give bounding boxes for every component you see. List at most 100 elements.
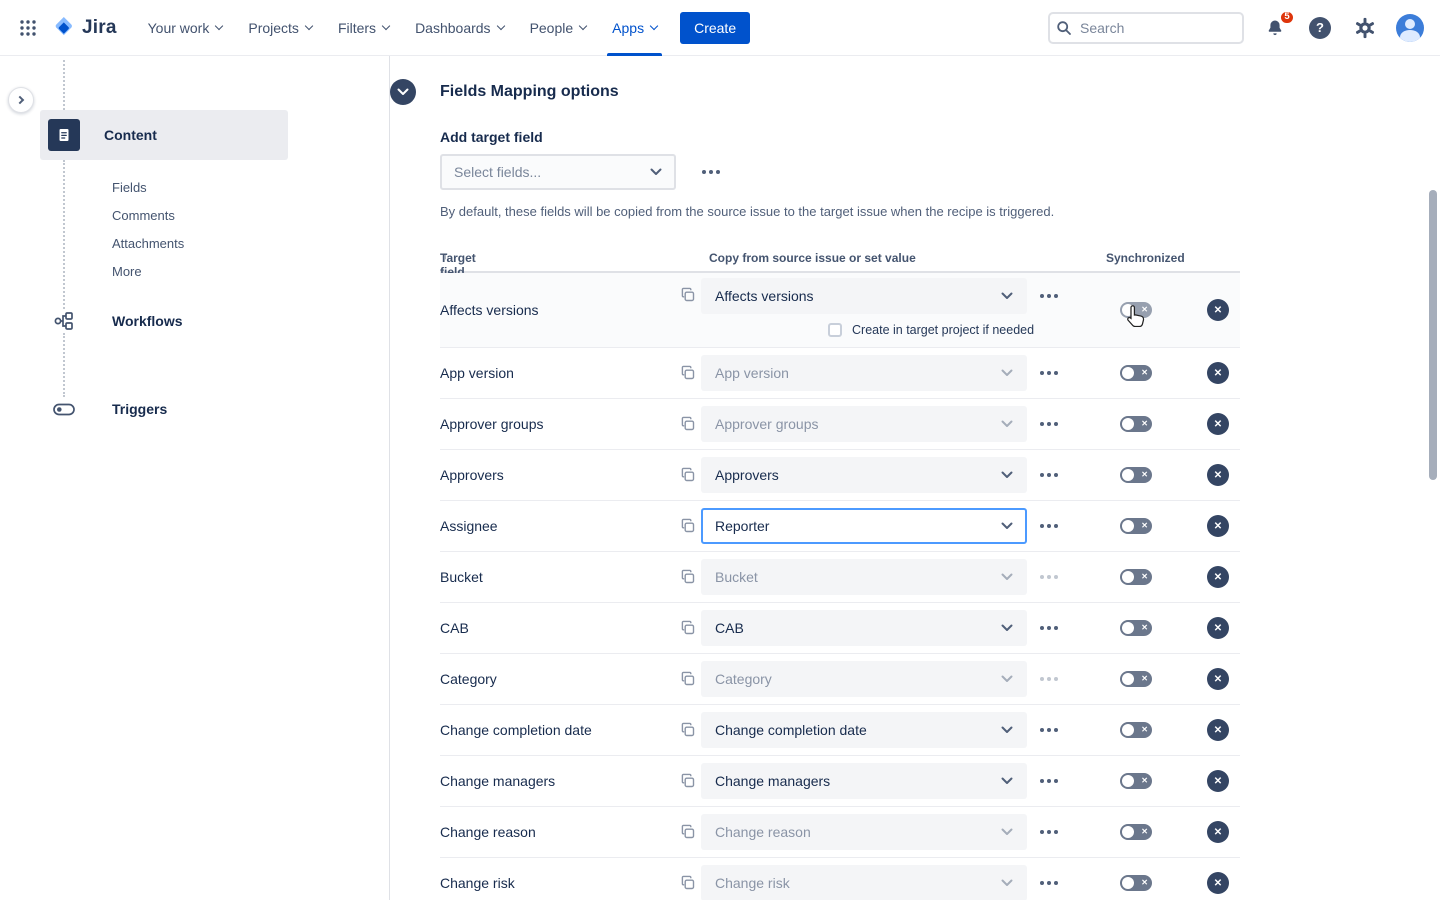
- nav-item-filters[interactable]: Filters: [325, 0, 402, 56]
- help-button[interactable]: [1306, 14, 1334, 42]
- row-more-button[interactable]: [1036, 411, 1062, 437]
- chevron-down-icon: [1001, 420, 1013, 428]
- row-more-button[interactable]: [1036, 615, 1062, 641]
- field-value-dropdown[interactable]: Approver groups: [701, 406, 1027, 442]
- select-fields-placeholder: Select fields...: [454, 164, 541, 180]
- notifications-button[interactable]: 5: [1261, 14, 1289, 42]
- add-field-more-button[interactable]: [698, 159, 724, 185]
- create-in-target-checkbox[interactable]: [828, 323, 842, 337]
- field-value: Bucket: [715, 569, 758, 585]
- search-input[interactable]: [1048, 12, 1244, 44]
- field-value-dropdown[interactable]: Change managers: [701, 763, 1027, 799]
- copy-icon[interactable]: [680, 722, 696, 738]
- remove-field-button[interactable]: ✕: [1207, 362, 1229, 384]
- jira-logo[interactable]: Jira: [52, 16, 117, 40]
- field-label: Change reason: [440, 824, 536, 840]
- copy-icon[interactable]: [680, 569, 696, 585]
- nav-item-apps[interactable]: Apps: [599, 0, 670, 56]
- remove-field-button[interactable]: ✕: [1207, 617, 1229, 639]
- field-value: Change completion date: [715, 722, 867, 738]
- row-more-button[interactable]: [1036, 717, 1062, 743]
- field-value-dropdown[interactable]: CAB: [701, 610, 1027, 646]
- remove-field-button[interactable]: ✕: [1207, 872, 1229, 894]
- remove-field-button[interactable]: ✕: [1207, 413, 1229, 435]
- sync-toggle[interactable]: [1120, 569, 1152, 585]
- sync-toggle[interactable]: [1120, 773, 1152, 789]
- row-more-button[interactable]: [1036, 283, 1062, 309]
- copy-icon[interactable]: [680, 287, 696, 303]
- sidebar-item-triggers[interactable]: Triggers: [52, 397, 167, 421]
- sync-toggle[interactable]: [1120, 824, 1152, 840]
- remove-field-button[interactable]: ✕: [1207, 299, 1229, 321]
- content-sub-items: Fields Comments Attachments More: [112, 173, 184, 285]
- remove-field-button[interactable]: ✕: [1207, 668, 1229, 690]
- nav-item-projects[interactable]: Projects: [235, 0, 325, 56]
- row-more-button[interactable]: [1036, 819, 1062, 845]
- copy-icon[interactable]: [680, 620, 696, 636]
- field-value-dropdown[interactable]: Reporter: [701, 508, 1027, 544]
- app-switcher-icon[interactable]: [12, 12, 44, 44]
- copy-icon[interactable]: [680, 467, 696, 483]
- sync-toggle[interactable]: [1120, 416, 1152, 432]
- sync-toggle[interactable]: [1120, 302, 1152, 318]
- sidebar-item-attachments[interactable]: Attachments: [112, 229, 184, 257]
- workflow-icon: [52, 309, 76, 333]
- user-avatar[interactable]: [1396, 14, 1424, 42]
- copy-icon[interactable]: [680, 518, 696, 534]
- copy-icon[interactable]: [680, 671, 696, 687]
- sync-toggle[interactable]: [1120, 467, 1152, 483]
- field-value-dropdown[interactable]: Change completion date: [701, 712, 1027, 748]
- field-value: CAB: [715, 620, 744, 636]
- field-value-dropdown[interactable]: Category: [701, 661, 1027, 697]
- sync-toggle[interactable]: [1120, 875, 1152, 891]
- sidebar-item-comments[interactable]: Comments: [112, 201, 184, 229]
- row-more-button[interactable]: [1036, 513, 1062, 539]
- scrollbar-thumb[interactable]: [1429, 190, 1437, 480]
- sync-toggle[interactable]: [1120, 518, 1152, 534]
- panel-collapse-button[interactable]: [8, 87, 34, 113]
- row-more-button[interactable]: [1036, 870, 1062, 896]
- nav-item-your-work[interactable]: Your work: [135, 0, 236, 56]
- field-value-dropdown[interactable]: Approvers: [701, 457, 1027, 493]
- select-fields-dropdown[interactable]: Select fields...: [440, 154, 676, 190]
- sync-toggle[interactable]: [1120, 620, 1152, 636]
- field-value-dropdown[interactable]: App version: [701, 355, 1027, 391]
- remove-icon: ✕: [1214, 521, 1222, 532]
- row-more-button[interactable]: [1036, 360, 1062, 386]
- sync-toggle[interactable]: [1120, 671, 1152, 687]
- sync-toggle[interactable]: [1120, 365, 1152, 381]
- row-more-button[interactable]: [1036, 666, 1062, 692]
- sidebar-item-more[interactable]: More: [112, 257, 184, 285]
- content-label: Content: [104, 127, 157, 143]
- copy-icon[interactable]: [680, 416, 696, 432]
- copy-icon[interactable]: [680, 875, 696, 891]
- field-value-dropdown[interactable]: Change reason: [701, 814, 1027, 850]
- remove-field-button[interactable]: ✕: [1207, 821, 1229, 843]
- copy-icon[interactable]: [680, 824, 696, 840]
- create-button[interactable]: Create: [680, 12, 750, 44]
- section-collapse-button[interactable]: [390, 79, 416, 105]
- field-label: CAB: [440, 620, 469, 636]
- copy-icon[interactable]: [680, 773, 696, 789]
- remove-field-button[interactable]: ✕: [1207, 719, 1229, 741]
- sync-toggle[interactable]: [1120, 722, 1152, 738]
- remove-field-button[interactable]: ✕: [1207, 566, 1229, 588]
- field-value-dropdown[interactable]: Affects versions: [701, 278, 1027, 314]
- remove-field-button[interactable]: ✕: [1207, 464, 1229, 486]
- remove-field-button[interactable]: ✕: [1207, 770, 1229, 792]
- row-more-button[interactable]: [1036, 462, 1062, 488]
- row-more-button[interactable]: [1036, 768, 1062, 794]
- copy-icon[interactable]: [680, 365, 696, 381]
- sidebar-item-content[interactable]: Content: [40, 110, 288, 160]
- remove-field-button[interactable]: ✕: [1207, 515, 1229, 537]
- search-icon: [1056, 20, 1072, 36]
- field-value-dropdown[interactable]: Bucket: [701, 559, 1027, 595]
- sidebar-item-fields[interactable]: Fields: [112, 173, 184, 201]
- row-more-button[interactable]: [1036, 564, 1062, 590]
- settings-button[interactable]: [1351, 14, 1379, 42]
- field-value-dropdown[interactable]: Change risk: [701, 865, 1027, 900]
- sidebar-item-workflows[interactable]: Workflows: [52, 309, 183, 333]
- chevron-down-icon: [1001, 828, 1013, 836]
- nav-item-dashboards[interactable]: Dashboards: [402, 0, 517, 56]
- nav-item-people[interactable]: People: [517, 0, 600, 56]
